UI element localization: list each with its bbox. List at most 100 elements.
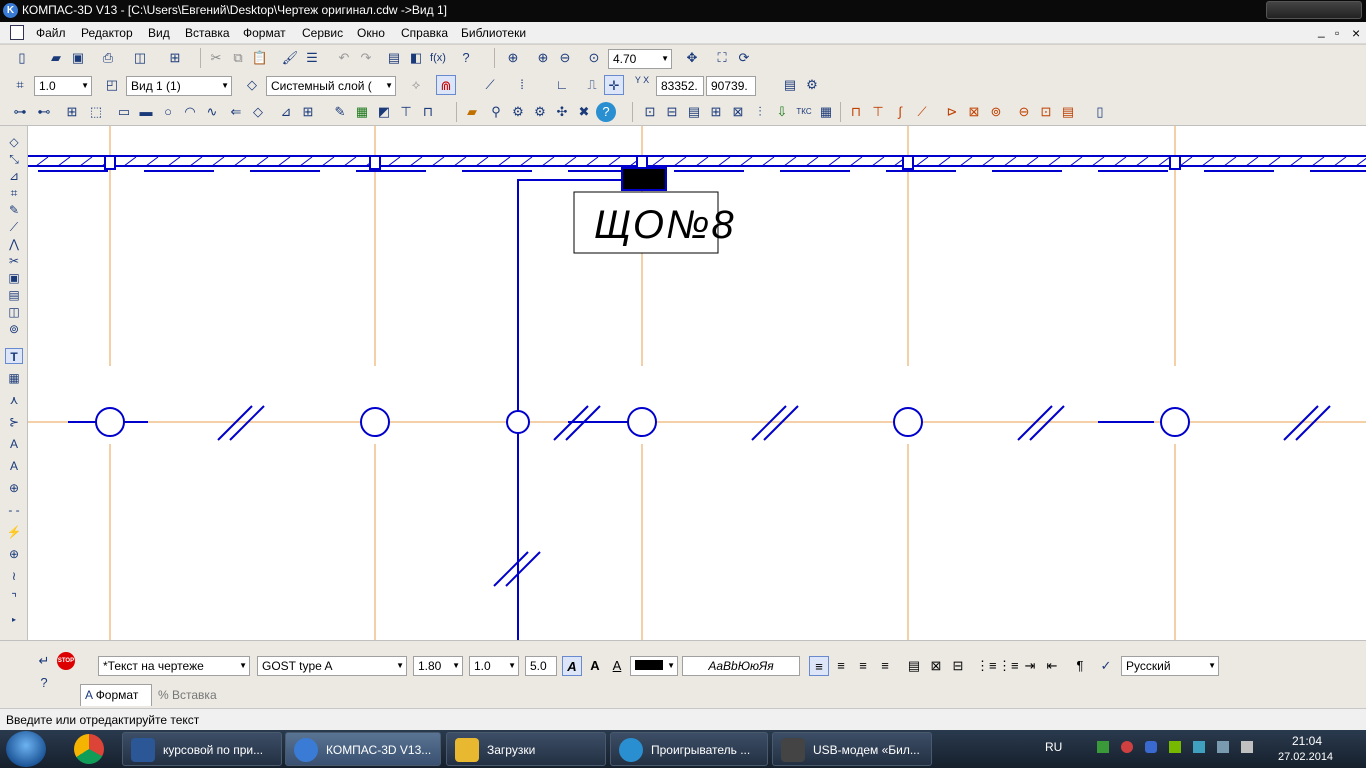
coord-y-field[interactable]: 90739. <box>706 76 756 96</box>
lib-wrench-icon[interactable]: ✖ <box>574 102 594 122</box>
measure-tool-icon[interactable]: ⟋ <box>5 219 23 235</box>
leader-tool-icon[interactable]: ⋏ <box>5 392 23 408</box>
circle-icon[interactable]: ○ <box>158 102 178 122</box>
param-tool-icon[interactable]: ✎ <box>5 202 23 218</box>
properties-icon[interactable]: ☰ <box>302 48 322 68</box>
panel-label-text[interactable]: ЩО№8 <box>594 203 736 247</box>
axis-line-icon[interactable]: - - <box>5 502 23 518</box>
text-style-field[interactable]: *Текст на чертеже ▼ <box>98 656 250 676</box>
task-downloads[interactable]: Загрузки <box>446 732 606 766</box>
bold-button[interactable]: A <box>585 656 605 676</box>
menu-format[interactable]: Формат <box>243 26 286 40</box>
zoom-in-icon[interactable]: ⊕ <box>533 48 553 68</box>
tray-nvidia-icon[interactable] <box>1169 741 1181 753</box>
insert-tool-icon[interactable]: ◫ <box>5 304 23 320</box>
libraries-icon[interactable]: ◧ <box>406 48 426 68</box>
stop-icon[interactable]: STOP <box>57 652 75 670</box>
tray-display-icon[interactable] <box>1217 741 1229 753</box>
close-doc-button[interactable]: × <box>1352 25 1360 41</box>
task-kompas[interactable]: КОМПАС-3D V13... <box>285 732 441 766</box>
tray-flag-icon[interactable] <box>1193 741 1205 753</box>
clock-date[interactable]: 27.02.2014 <box>1278 751 1333 763</box>
underline-button[interactable]: A <box>607 656 627 676</box>
pan-icon[interactable]: ✥ <box>682 48 702 68</box>
help-pointer-icon[interactable]: ? <box>456 48 476 68</box>
parameters-icon[interactable]: ▤ <box>780 75 800 95</box>
step-field-prop[interactable]: 5.0 <box>525 656 557 676</box>
elec-8-icon[interactable]: ⊖ <box>1014 102 1034 122</box>
preview-icon[interactable]: ◫ <box>130 48 150 68</box>
refresh-icon[interactable]: ⟳ <box>734 48 754 68</box>
language-field[interactable]: Русский ▼ <box>1121 656 1219 676</box>
font-field[interactable]: GOST type A ▼ <box>257 656 407 676</box>
language-indicator[interactable]: RU <box>1045 740 1062 754</box>
menu-service[interactable]: Сервис <box>302 26 343 40</box>
elec-9-icon[interactable]: ⊡ <box>1036 102 1056 122</box>
decrease-indent-icon[interactable]: ⇤ <box>1042 656 1062 676</box>
lib-gear-icon[interactable]: ⚙ <box>508 102 528 122</box>
menu-help[interactable]: Справка <box>401 26 448 40</box>
undo-icon[interactable]: ↶ <box>334 48 354 68</box>
window-controls[interactable] <box>1266 1 1362 19</box>
view-field[interactable]: Вид 1 (1) ▼ <box>126 76 232 96</box>
table-tool-icon[interactable]: ▦ <box>5 370 23 386</box>
lib-cog-icon[interactable]: ⚙ <box>530 102 550 122</box>
tray-antivirus-icon[interactable] <box>1121 741 1133 753</box>
enter-icon[interactable]: ↵ <box>34 651 54 671</box>
text-tool-icon[interactable]: T <box>5 348 23 364</box>
help-icon[interactable]: ? <box>34 673 54 693</box>
base-tool-icon[interactable]: A <box>5 458 23 474</box>
save-icon[interactable]: ▣ <box>68 48 88 68</box>
layer-props-icon[interactable]: ⟡ <box>406 75 426 95</box>
copy-icon[interactable]: ⧉ <box>228 48 248 68</box>
task-usb-modem[interactable]: USB-модем «Бил... <box>772 732 932 766</box>
geometry-icon[interactable]: ⊶ <box>10 102 30 122</box>
clock-time[interactable]: 21:04 <box>1292 734 1322 748</box>
break-line-icon[interactable]: ≀ <box>5 568 23 584</box>
menu-editor[interactable]: Редактор <box>81 26 133 40</box>
local-snap-icon[interactable]: ⟋ <box>480 75 500 95</box>
redo-icon[interactable]: ↷ <box>356 48 376 68</box>
task-word[interactable]: курсовой по при... <box>122 732 282 766</box>
bullet-list-icon[interactable]: ⋮≡ <box>998 656 1019 676</box>
paste-icon[interactable]: 📋 <box>250 48 270 68</box>
elec-1-icon[interactable]: ⊓ <box>846 102 866 122</box>
drawing-canvas[interactable]: ЩО№8 <box>28 126 1366 640</box>
export-icon[interactable]: ⇩ <box>772 102 792 122</box>
align-right-button[interactable]: ≡ <box>853 656 873 676</box>
dimension-tool-icon[interactable]: ⤡ <box>5 151 23 167</box>
measure-icon[interactable]: ⊤ <box>396 102 416 122</box>
spline-icon[interactable]: ∿ <box>202 102 222 122</box>
cursor-coords-icon[interactable]: ✛ <box>604 75 624 95</box>
mark-tool-icon[interactable]: A <box>5 436 23 452</box>
geometry-tool-icon[interactable]: ◇ <box>5 134 23 150</box>
center-mark-icon[interactable]: ⊕ <box>5 546 23 562</box>
edit-tool-icon[interactable]: ⌗ <box>5 185 23 201</box>
round-icon[interactable]: ⎍ <box>582 75 602 95</box>
arrow-icon[interactable]: ⇐ <box>226 102 246 122</box>
tools-icon[interactable]: ✎ <box>330 102 350 122</box>
hatch-icon[interactable]: ⊞ <box>62 102 82 122</box>
assoc-tool-icon[interactable]: ✂ <box>5 253 23 269</box>
open-folder-icon[interactable]: ▰ <box>46 48 66 68</box>
diamond-icon[interactable]: ◇ <box>248 102 268 122</box>
elec-5-icon[interactable]: ⊳ <box>942 102 962 122</box>
position-leader-icon[interactable]: ⊱ <box>5 414 23 430</box>
tab-format[interactable]: A Формат <box>80 684 152 706</box>
select-icon[interactable]: ⬚ <box>86 102 106 122</box>
grid-icon[interactable]: ⁞ <box>512 75 532 95</box>
axis-icon[interactable]: ⫶ <box>750 102 770 122</box>
zoom-window-icon[interactable]: ⊕ <box>503 48 523 68</box>
menu-insert[interactable]: Вставка <box>185 26 230 40</box>
zoom-scale-icon[interactable]: ⊙ <box>584 48 604 68</box>
ortho-icon[interactable]: ∟ <box>552 75 572 95</box>
align-left-button[interactable]: ≡ <box>809 656 829 676</box>
print-icon[interactable]: ⎙ <box>98 48 118 68</box>
report-tool-icon[interactable]: ▤ <box>5 287 23 303</box>
panel-block[interactable] <box>621 167 667 191</box>
format-brush-icon[interactable]: 🖌 <box>280 48 300 68</box>
spellcheck-icon[interactable]: ✓ <box>1096 656 1116 676</box>
tray-vk-icon[interactable] <box>1145 741 1157 753</box>
step-field[interactable]: 1.0 ▼ <box>34 76 92 96</box>
height-field[interactable]: 1.80 ▼ <box>413 656 463 676</box>
